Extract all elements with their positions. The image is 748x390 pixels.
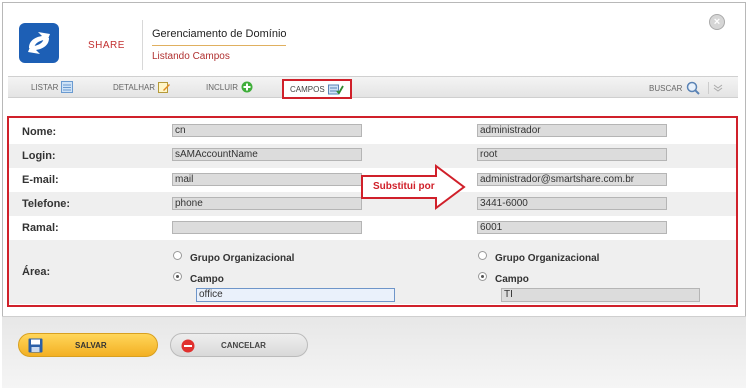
list-icon [61,81,74,93]
field-label: E-mail: [22,174,59,186]
area-value-field[interactable]: TI [501,288,700,302]
search-label: BUSCAR [649,83,683,93]
form-row-nome: Nome: cn administrador [9,120,736,144]
tab-campos[interactable]: CAMPOS [282,79,352,99]
radio-label: Grupo Organizacional [190,253,295,264]
radio-grupo-left[interactable] [173,251,182,260]
page-title: Gerenciamento de Domínio [152,28,287,40]
search-icon [687,81,701,95]
login-value-field[interactable]: root [477,148,667,161]
field-label: Telefone: [22,198,71,210]
area-ldap-field[interactable]: office [196,288,395,302]
radio-label: Grupo Organizacional [495,253,600,264]
cancel-label: CANCELAR [221,341,266,350]
smartshare-logo-icon [18,22,60,64]
close-icon[interactable]: × [709,14,725,30]
email-ldap-field[interactable]: mail [172,173,362,186]
field-label: Área: [22,266,51,278]
nome-value-field[interactable]: administrador [477,124,667,137]
telefone-value-field[interactable]: 3441-6000 [477,197,667,210]
form-row-ramal: Ramal: 6001 [9,216,736,240]
field-label: Login: [22,150,56,162]
chevron-down-icon[interactable] [713,83,723,93]
tab-bar: LISTAR DETALHAR INCLUIR BUSCAR [8,76,738,98]
title-underline [152,45,286,46]
radio-label: Campo [190,274,224,285]
form-row-area: Área: Grupo Organizacional Campo office … [9,240,736,304]
radio-grupo-right[interactable] [478,251,487,260]
ramal-value-field[interactable]: 6001 [477,221,667,234]
replace-annotation: Substitui por [373,181,435,192]
radio-campo-left[interactable] [173,272,182,281]
login-ldap-field[interactable]: sAMAccountName [172,148,362,161]
tab-label: CAMPOS [290,84,325,94]
edit-icon [158,82,171,93]
header-divider [142,20,143,70]
radio-campo-right[interactable] [478,272,487,281]
save-label: SALVAR [75,341,107,350]
field-label: Nome: [22,126,57,138]
tab-detalhar[interactable]: DETALHAR [113,81,171,93]
radio-label: Campo [495,274,529,285]
nome-ldap-field[interactable]: cn [172,124,362,137]
floppy-icon [28,338,43,353]
save-button[interactable]: SALVAR [18,333,158,357]
tab-listar[interactable]: LISTAR [31,81,74,93]
telefone-ldap-field[interactable]: phone [172,197,362,210]
tab-label: INCLUIR [206,82,239,92]
ramal-ldap-field[interactable] [172,221,362,234]
fields-icon [327,84,344,95]
plus-icon [241,81,253,93]
search-divider [708,82,710,94]
tab-label: DETALHAR [113,82,156,92]
cancel-icon [181,339,195,353]
tab-label: LISTAR [31,82,59,92]
cancel-button[interactable]: CANCELAR [170,333,308,357]
brand-label: SHARE [88,40,125,51]
tab-incluir[interactable]: INCLUIR [206,81,253,93]
field-label: Ramal: [22,222,59,234]
page-subtitle: Listando Campos [152,51,230,62]
search-button[interactable]: BUSCAR [649,81,723,95]
email-value-field[interactable]: administrador@smartshare.com.br [477,173,667,186]
